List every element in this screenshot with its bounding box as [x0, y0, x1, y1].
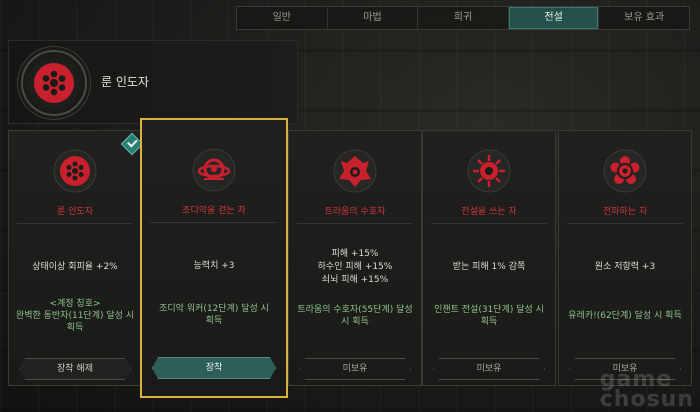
card-title: 전파하는 자: [602, 207, 648, 217]
card-title: 룬 인도자: [57, 207, 93, 217]
condition-line: 인챈트 전설(31단계) 달성 시: [434, 305, 544, 315]
divider: [567, 223, 683, 224]
title-card-legend-writer[interactable]: 전설을 쓰는 자 받는 피해 1% 감쪽 인챈트 전설(31단계) 달성 시 획…: [422, 130, 556, 386]
condition-line: 획득: [205, 316, 223, 326]
card-title: 전설을 쓰는 자: [461, 207, 517, 217]
condition-line: 시 획득: [341, 317, 369, 327]
flower-sigil-icon: [603, 149, 647, 193]
category-tabs: 일반 마법 희귀 전설 보유 효과: [236, 6, 690, 30]
condition-line: 유레카!(62단계) 달성 시 획득: [568, 311, 682, 321]
tab-legendary[interactable]: 전설: [508, 7, 600, 29]
tab-owned-effects[interactable]: 보유 효과: [599, 7, 689, 29]
watermark-line: chosun: [599, 387, 694, 412]
tab-rare[interactable]: 희귀: [418, 7, 509, 29]
watermark-logo: game chosun: [599, 369, 694, 412]
equip-button[interactable]: 장착: [152, 357, 276, 379]
stat-line: 상태이상 회피율 +2%: [32, 261, 118, 272]
card-stats: 상태이상 회피율 +2%: [13, 239, 137, 295]
card-condition: 트라움의 수호자(55단계) 달성 시 획득: [293, 296, 417, 336]
title-card-traum-guardian[interactable]: 트라움의 수호자 피해 +15% 하수인 피해 +15% 쇠뇌 피해 +15% …: [288, 130, 422, 386]
tab-magic[interactable]: 마법: [328, 7, 419, 29]
stat-line: 피해 +15%: [331, 248, 379, 259]
rune-hexagon-icon: [53, 149, 97, 193]
condition-line: 트라움의 수호자(55단계) 달성: [297, 305, 413, 315]
card-condition: <계정 칭호> 완벽한 동반자(11단계) 달성 시 획득: [13, 296, 137, 336]
card-condition: 조디악 워커(12단계) 달성 시 획득: [146, 295, 282, 335]
card-stats: 원소 저항력 +3: [563, 239, 687, 295]
equipped-title-header: 룬 인도자: [8, 40, 298, 124]
stat-line: 받는 피해 1% 감쪽: [452, 261, 526, 272]
condition-line: <계정 칭호>: [49, 299, 101, 309]
card-stats: 능력치 +3: [146, 238, 282, 294]
card-stats: 피해 +15% 하수인 피해 +15% 쇠뇌 피해 +15%: [293, 239, 417, 295]
stat-line: 쇠뇌 피해 +15%: [321, 274, 389, 285]
tab-normal[interactable]: 일반: [237, 7, 328, 29]
stat-line: 하수인 피해 +15%: [317, 261, 393, 272]
unequip-button[interactable]: 장착 해제: [19, 358, 131, 380]
card-stats: 받는 피해 1% 감쪽: [427, 239, 551, 295]
sun-emblem-icon: [467, 149, 511, 193]
not-owned-button[interactable]: 미보유: [433, 358, 545, 380]
divider: [17, 223, 133, 224]
not-owned-button[interactable]: 미보유: [299, 358, 411, 380]
divider: [297, 223, 413, 224]
equipped-title-name: 룬 인도자: [101, 75, 149, 89]
card-title: 조디악을 걷는 자: [182, 206, 246, 216]
rune-hexagon-emblem-icon: [21, 50, 87, 116]
condition-line: 완벽한 동반자(11단계) 달성 시: [15, 311, 135, 321]
divider: [150, 222, 278, 223]
card-condition: 유레카!(62단계) 달성 시 획득: [563, 296, 687, 336]
condition-line: 조디악 워커(12단계) 달성 시: [159, 304, 269, 314]
title-card-propagator[interactable]: 전파하는 자 원소 저항력 +3 유레카!(62단계) 달성 시 획득 미보유: [558, 130, 692, 386]
card-title: 트라움의 수호자: [324, 207, 386, 217]
orbit-eye-icon: [192, 148, 236, 192]
stat-line: 능력치 +3: [193, 260, 235, 271]
title-card-rune-guide[interactable]: 룬 인도자 상태이상 회피율 +2% <계정 칭호> 완벽한 동반자(11단계)…: [8, 130, 142, 386]
stat-line: 원소 저항력 +3: [594, 261, 656, 272]
condition-line: 획득: [66, 323, 84, 333]
triple-crest-icon: [333, 149, 377, 193]
title-card-zodiac-walker[interactable]: 조디악을 걷는 자 능력치 +3 조디악 워커(12단계) 달성 시 획득 장착: [140, 118, 288, 398]
condition-line: 획득: [480, 317, 498, 327]
divider: [431, 223, 547, 224]
card-condition: 인챈트 전설(31단계) 달성 시 획득: [427, 296, 551, 336]
